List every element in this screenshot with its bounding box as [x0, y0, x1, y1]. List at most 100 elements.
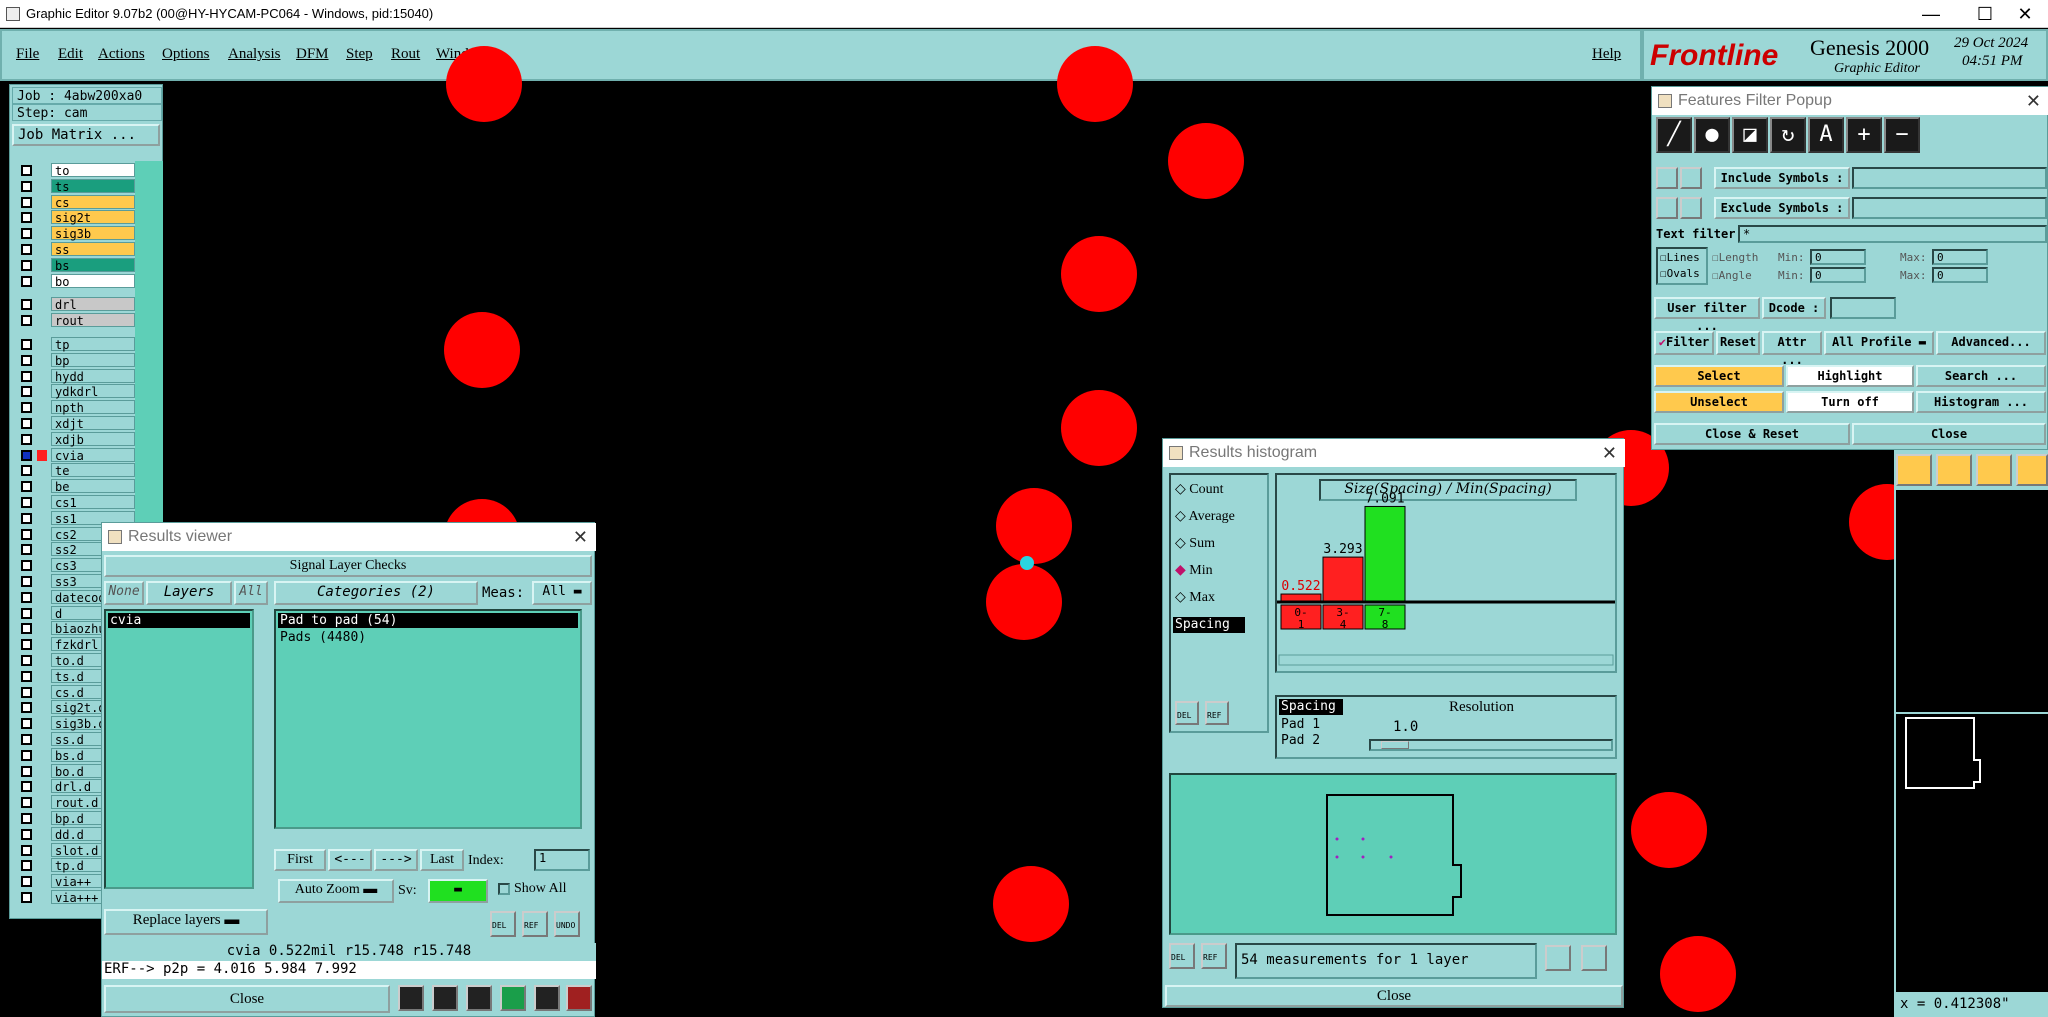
layer-row[interactable]: sig2t: [15, 210, 143, 225]
ref-icon[interactable]: REF: [1201, 943, 1227, 969]
layer-name[interactable]: sig2t: [51, 210, 135, 225]
layer-checkbox[interactable]: [21, 623, 32, 635]
layer-name[interactable]: ss: [51, 242, 135, 257]
exclude-symbols-label[interactable]: Exclude Symbols :: [1714, 197, 1850, 219]
layer-name[interactable]: te: [51, 463, 135, 478]
option-count[interactable]: ◇ Count: [1175, 481, 1224, 498]
layer-checkbox[interactable]: [21, 718, 32, 730]
attr-button[interactable]: Attr ...: [1762, 331, 1822, 367]
layer-checkbox[interactable]: [21, 165, 32, 176]
arc-tool-icon[interactable]: ↻: [1770, 117, 1806, 153]
layer-checkbox[interactable]: [21, 418, 32, 429]
layer-row[interactable]: be: [15, 479, 143, 494]
layer-checkbox[interactable]: [21, 702, 32, 714]
pointer-icon[interactable]: [1656, 197, 1678, 219]
angle-max-input[interactable]: 0: [1932, 267, 1988, 283]
layer-name[interactable]: cs1: [51, 495, 135, 510]
tool-icon-5[interactable]: [534, 985, 560, 1011]
menu-actions[interactable]: Actions: [98, 46, 145, 63]
close-button[interactable]: Close: [104, 985, 390, 1013]
layer-checkbox[interactable]: [21, 528, 32, 540]
select-box-icon[interactable]: [1936, 454, 1972, 486]
search-button[interactable]: Search ...: [1916, 365, 2046, 387]
layer-checkbox[interactable]: [21, 275, 32, 287]
histogram-button[interactable]: Histogram ...: [1916, 391, 2046, 413]
layer-row[interactable]: bo: [15, 273, 143, 289]
next-button[interactable]: --->: [374, 849, 418, 871]
layer-row[interactable]: cs1: [15, 495, 143, 510]
layer-name[interactable]: ydkdrl: [51, 384, 135, 399]
sv-color-select[interactable]: ▬: [428, 879, 488, 903]
menu-help[interactable]: Help: [1592, 46, 1621, 63]
angle-checkbox[interactable]: ☐Angle: [1712, 269, 1752, 282]
minus-icon[interactable]: −: [1884, 117, 1920, 153]
delete-icon[interactable]: DEL: [1169, 943, 1195, 969]
layer-checkbox[interactable]: [21, 354, 32, 366]
layer-checkbox[interactable]: [21, 228, 32, 240]
pointer-icon[interactable]: [1680, 167, 1702, 189]
ovals-checkbox[interactable]: ☐Ovals: [1660, 267, 1700, 280]
text-tool-icon[interactable]: A: [1808, 117, 1844, 153]
layer-checkbox[interactable]: [21, 560, 32, 572]
layer-checkbox[interactable]: [21, 449, 32, 461]
index-input[interactable]: 1: [534, 849, 590, 871]
ref-icon[interactable]: REF: [1205, 701, 1229, 725]
spacing-item[interactable]: Spacing: [1173, 617, 1245, 633]
undo-icon[interactable]: UNDO: [554, 911, 580, 937]
layer-row[interactable]: ydkdrl: [15, 384, 143, 399]
job-matrix-button[interactable]: Job Matrix ...: [12, 124, 160, 146]
layer-checkbox[interactable]: [21, 386, 32, 398]
category-item[interactable]: Pad to pad (54): [278, 613, 578, 628]
last-button[interactable]: Last: [420, 849, 464, 871]
layer-checkbox[interactable]: [21, 196, 32, 208]
all-button[interactable]: All: [234, 581, 268, 605]
delete-icon[interactable]: DEL: [490, 911, 516, 937]
signal-layer-checks[interactable]: Signal Layer Checks: [104, 555, 592, 577]
menu-file[interactable]: File: [16, 46, 39, 63]
option-sum[interactable]: ◇ Sum: [1175, 535, 1215, 552]
unselect-button[interactable]: Unselect: [1654, 391, 1784, 413]
menu-analysis[interactable]: Analysis: [228, 46, 281, 63]
layer-row[interactable]: to: [15, 163, 143, 178]
layer-row[interactable]: ts: [15, 178, 143, 194]
close-icon[interactable]: ✕: [1602, 439, 1617, 467]
export-icon[interactable]: [1545, 945, 1571, 971]
pointer-icon[interactable]: [1680, 197, 1702, 219]
layer-name[interactable]: hydd: [51, 368, 135, 384]
layer-row[interactable]: sig3b: [15, 226, 143, 241]
tool-icon-4[interactable]: [500, 985, 526, 1011]
layer-list-item[interactable]: cvia: [108, 613, 250, 628]
layer-row[interactable]: bs: [15, 257, 143, 273]
layer-name[interactable]: tp: [51, 337, 135, 352]
layer-row[interactable]: ss: [15, 242, 143, 257]
layer-checkbox[interactable]: [21, 813, 32, 824]
category-item[interactable]: Pads (4480): [278, 630, 578, 645]
layer-row[interactable]: xdjb: [15, 431, 143, 447]
lines-checkbox[interactable]: ☐Lines: [1660, 251, 1700, 264]
layer-checkbox[interactable]: [21, 544, 32, 556]
delete-icon[interactable]: DEL: [1175, 701, 1199, 725]
select-arrow-icon[interactable]: [1896, 454, 1932, 486]
select-net-icon[interactable]: [2016, 454, 2048, 486]
advanced-button[interactable]: Advanced...: [1936, 331, 2046, 355]
layer-checkbox[interactable]: [21, 244, 32, 255]
option-max[interactable]: ◇ Max: [1175, 589, 1215, 606]
layer-name[interactable]: ts: [51, 178, 135, 194]
menu-edit[interactable]: Edit: [58, 46, 83, 63]
length-min-input[interactable]: 0: [1810, 249, 1866, 265]
close-window-button[interactable]: ✕: [2002, 0, 2048, 28]
layer-checkbox[interactable]: [21, 781, 32, 793]
option-average[interactable]: ◇ Average: [1175, 508, 1235, 525]
histogram-close-button[interactable]: Close: [1165, 985, 1623, 1007]
tool-icon-3[interactable]: [466, 985, 492, 1011]
layer-checkbox[interactable]: [21, 481, 32, 493]
category-listbox[interactable]: Pad to pad (54) Pads (4480): [274, 609, 582, 829]
layer-row[interactable]: hydd: [15, 368, 143, 384]
text-filter-input[interactable]: *: [1738, 225, 2047, 243]
minimize-button[interactable]: —: [1908, 0, 1954, 28]
meas-select[interactable]: All ▬: [532, 581, 592, 605]
reset-button[interactable]: Reset: [1716, 331, 1760, 355]
layer-name[interactable]: cs: [51, 194, 135, 210]
layer-checkbox[interactable]: [21, 433, 32, 445]
layer-row[interactable]: npth: [15, 400, 143, 415]
